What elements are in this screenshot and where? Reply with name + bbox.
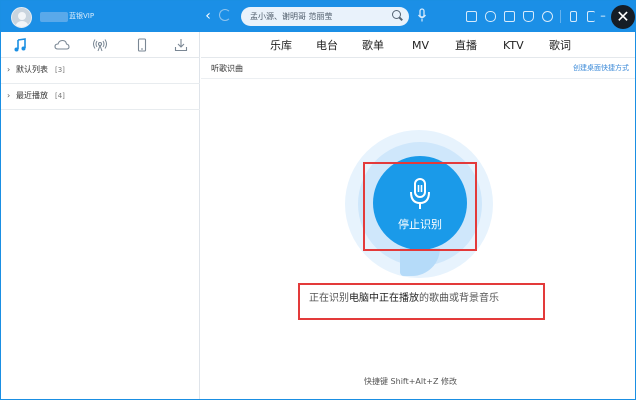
avatar[interactable] bbox=[11, 7, 32, 28]
skin-icon[interactable] bbox=[466, 11, 477, 22]
top-nav: 乐库 电台 歌单 MV 直播 KTV 歌词 bbox=[201, 32, 635, 58]
sidebar-tabs bbox=[1, 32, 200, 58]
tab-library[interactable]: 乐库 bbox=[270, 39, 292, 52]
game-icon[interactable] bbox=[485, 11, 496, 22]
kugou-window: 蓝银VIP ‹ 孟小源、谢明哥 范丽莹 – ✕ › 默认列表 [3] › 最近播… bbox=[0, 0, 636, 400]
title-bar: 蓝银VIP ‹ 孟小源、谢明哥 范丽莹 – ✕ bbox=[1, 1, 635, 32]
divider bbox=[201, 78, 635, 79]
recognition-status: 正在识别电脑中正在播放的歌曲或背景音乐 bbox=[309, 292, 499, 305]
toolbar-divider bbox=[560, 10, 561, 23]
playlist-name: 默认列表 bbox=[16, 65, 48, 74]
hotkey-label: 快捷键 bbox=[364, 377, 388, 386]
main-panel: 听歌识曲 创建桌面快捷方式 停止识别 正在识别电脑中正在播放的歌曲或背景音乐 快… bbox=[201, 58, 635, 399]
shirt-icon[interactable] bbox=[523, 11, 534, 22]
hotkey-hint: 快捷键 Shift+Alt+Z 修改 bbox=[364, 376, 457, 387]
status-part1: 正在识别 bbox=[309, 293, 349, 304]
playlist-count: [3] bbox=[55, 66, 65, 74]
radio-icon[interactable] bbox=[93, 38, 107, 52]
tab-playlists[interactable]: 歌单 bbox=[362, 39, 384, 52]
tab-live[interactable]: 直播 bbox=[455, 39, 477, 52]
mic-icon[interactable] bbox=[417, 8, 427, 23]
message-icon[interactable] bbox=[504, 11, 515, 22]
tab-mv[interactable]: MV bbox=[412, 39, 429, 52]
refresh-icon[interactable] bbox=[219, 9, 231, 21]
cloud-icon[interactable] bbox=[54, 38, 70, 52]
playlist-default[interactable]: › 默认列表 [3] bbox=[1, 58, 200, 84]
phone-icon[interactable] bbox=[135, 38, 149, 52]
search-placeholder: 孟小源、谢明哥 范丽莹 bbox=[250, 12, 333, 21]
search-input[interactable]: 孟小源、谢明哥 范丽莹 bbox=[241, 7, 409, 26]
status-part2: 电脑中正在播放 bbox=[349, 293, 419, 304]
tab-radio[interactable]: 电台 bbox=[316, 39, 338, 52]
playlist-name: 最近播放 bbox=[16, 91, 48, 100]
back-icon[interactable]: ‹ bbox=[201, 8, 215, 24]
music-note-icon[interactable] bbox=[13, 38, 27, 52]
exit-icon[interactable] bbox=[587, 11, 595, 22]
page-title: 听歌识曲 bbox=[211, 64, 243, 73]
create-shortcut-link[interactable]: 创建桌面快捷方式 bbox=[573, 63, 629, 74]
playlist-recent[interactable]: › 最近播放 [4] bbox=[1, 84, 200, 110]
chevron-right-icon: › bbox=[7, 65, 11, 74]
playlist-count: [4] bbox=[55, 92, 65, 100]
hotkey-value: Shift+Alt+Z bbox=[390, 377, 439, 386]
download-icon[interactable] bbox=[174, 38, 188, 52]
username-label[interactable]: 蓝银VIP bbox=[69, 11, 94, 22]
highlight-box-button bbox=[363, 162, 477, 251]
hotkey-modify-link[interactable]: 修改 bbox=[441, 377, 457, 386]
settings-icon[interactable] bbox=[542, 11, 553, 22]
minimize-icon[interactable]: – bbox=[597, 9, 609, 23]
search-icon[interactable] bbox=[392, 10, 401, 19]
chevron-right-icon: › bbox=[7, 91, 11, 100]
status-part3: 的歌曲或背景音乐 bbox=[419, 293, 499, 304]
close-icon[interactable]: ✕ bbox=[611, 5, 635, 29]
mini-mode-icon[interactable] bbox=[570, 11, 577, 22]
sidebar: › 默认列表 [3] › 最近播放 [4] bbox=[1, 32, 200, 399]
username-redacted bbox=[40, 12, 68, 22]
tab-ktv[interactable]: KTV bbox=[503, 39, 524, 52]
tab-lyrics[interactable]: 歌词 bbox=[549, 39, 571, 52]
